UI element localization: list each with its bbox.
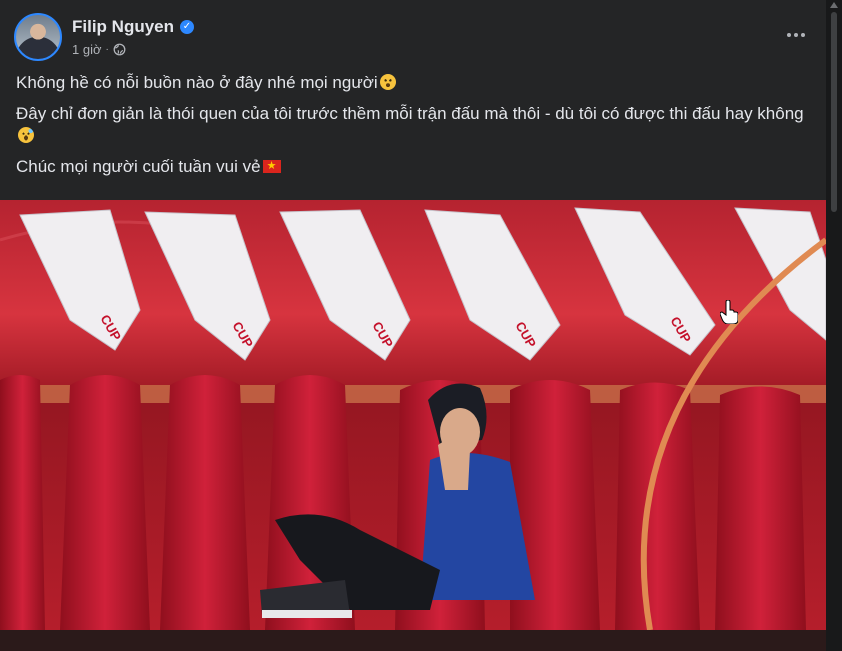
- post-photo[interactable]: CUP CUP CUP CUP CUP: [0, 200, 826, 651]
- scroll-up-arrow-icon[interactable]: [830, 2, 838, 8]
- post-paragraph: Chúc mọi người cuối tuần vui vẻ: [16, 156, 816, 178]
- separator-dot: ·: [105, 44, 109, 55]
- post-paragraph: Đây chỉ đơn giản là thói quen của tôi tr…: [16, 103, 816, 147]
- post-paragraph: Không hề có nỗi buồn nào ở đây nhé mọi n…: [16, 72, 816, 94]
- facebook-post: Filip Nguyen ✓ 1 giờ · Không hề có nỗi b…: [0, 0, 826, 651]
- author-name-row: Filip Nguyen ✓: [72, 17, 194, 37]
- post-meta: 1 giờ ·: [72, 42, 126, 57]
- verified-badge-icon: ✓: [180, 20, 194, 34]
- sweat-smile-emoji-icon: [18, 127, 34, 143]
- globe-icon[interactable]: [113, 43, 126, 56]
- author-avatar[interactable]: [14, 13, 62, 61]
- scroll-thumb[interactable]: [831, 12, 837, 212]
- grimace-emoji-icon: [379, 74, 396, 90]
- post-header: Filip Nguyen ✓ 1 giờ ·: [14, 13, 814, 63]
- page-scrollbar[interactable]: [826, 0, 842, 651]
- post-time[interactable]: 1 giờ: [72, 42, 102, 57]
- author-name[interactable]: Filip Nguyen: [72, 17, 174, 37]
- vietnam-flag-icon: [262, 158, 281, 174]
- post-text: Không hề có nỗi buồn nào ở đây nhé mọi n…: [16, 72, 816, 187]
- more-options-icon[interactable]: [778, 21, 814, 49]
